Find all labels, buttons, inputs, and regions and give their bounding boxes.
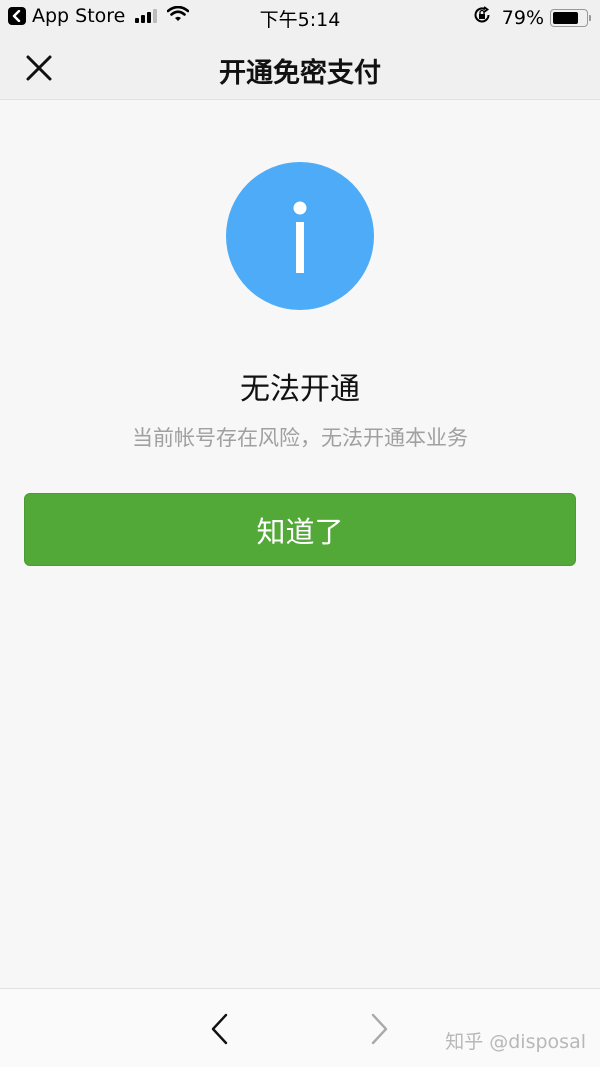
battery-percent: 79% [501, 6, 544, 29]
watermark: 知乎 @disposal [445, 1031, 586, 1053]
status-bar: App Store 下午5:14 79% [0, 0, 600, 34]
chevron-left-icon [211, 1013, 228, 1045]
rotation-lock-icon [472, 5, 492, 30]
info-icon [226, 162, 374, 310]
battery-fill [553, 11, 579, 24]
message-description: 当前帐号存在风险，无法开通本业务 [132, 426, 468, 450]
chevron-right-icon [371, 1013, 388, 1045]
status-right: 79% [472, 5, 591, 30]
back-button[interactable] [205, 1009, 235, 1049]
battery-icon [550, 8, 591, 27]
page-title: 开通免密支付 [219, 58, 381, 89]
nav-bar: 开通免密支付 [0, 34, 600, 100]
acknowledge-button[interactable]: 知道了 [24, 493, 576, 566]
browser-toolbar: 知乎 @disposal [0, 988, 600, 1067]
message-title: 无法开通 [240, 372, 360, 407]
forward-button[interactable] [364, 1009, 394, 1049]
acknowledge-button-label: 知道了 [256, 514, 344, 549]
